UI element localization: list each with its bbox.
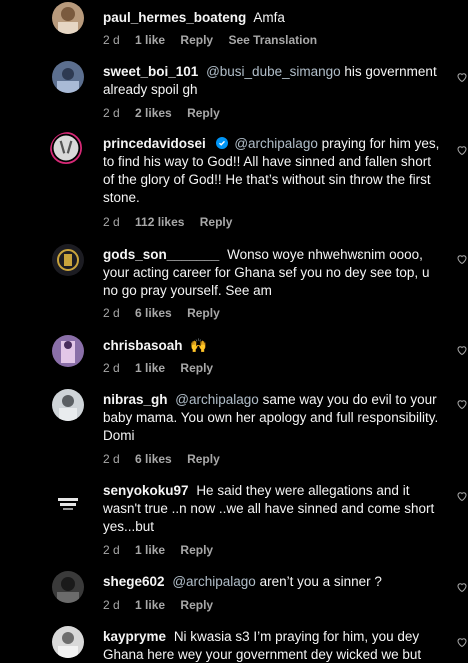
comment-text: paul_hermes_boateng Amfa — [103, 9, 443, 27]
comment-text: shege602 @archipalago aren’t you a sinne… — [103, 573, 443, 591]
heart-outline-icon[interactable] — [456, 144, 468, 156]
comment-text: kaypryme Ni kwasia s3 I’m praying for hi… — [103, 628, 443, 663]
heart-outline-icon[interactable] — [456, 636, 468, 648]
comment-likes[interactable]: 112 likes — [135, 215, 184, 229]
comment-meta: 2 d 1 like Reply See Translation — [103, 32, 329, 48]
comment-text: senyokoku97 He said they were allegation… — [103, 482, 443, 536]
comment-text: gods_son_______ Wonso woye nhwehwɛnim oo… — [103, 246, 443, 300]
avatar[interactable] — [52, 61, 84, 93]
comment-text: sweet_boi_101 @busi_dube_simango his gov… — [103, 63, 443, 99]
comment-time: 2 d — [103, 361, 120, 375]
comment-likes[interactable]: 6 likes — [135, 452, 172, 466]
comment-time: 2 d — [103, 33, 120, 47]
avatar[interactable] — [52, 389, 84, 421]
comment-username[interactable]: shege602 — [103, 574, 165, 589]
comment-mention[interactable]: @archipalago — [175, 392, 259, 407]
comment-time: 2 d — [103, 215, 120, 229]
comment-meta: 2 d 6 likes Reply — [103, 451, 232, 467]
comment-username[interactable]: kaypryme — [103, 629, 166, 644]
comment-username[interactable]: paul_hermes_boateng — [103, 10, 246, 25]
avatar[interactable] — [52, 626, 84, 658]
comment-text: chrisbasoah 🙌 — [103, 337, 443, 355]
comment-mention[interactable]: @archipalago — [172, 574, 256, 589]
avatar[interactable] — [52, 244, 84, 276]
comment-time: 2 d — [103, 106, 120, 120]
comment-likes[interactable]: 6 likes — [135, 306, 172, 320]
comment-time: 2 d — [103, 598, 120, 612]
comment-username[interactable]: sweet_boi_101 — [103, 64, 198, 79]
comment-meta: 2 d 6 likes Reply — [103, 305, 232, 321]
see-translation-button[interactable]: See Translation — [228, 33, 317, 47]
comment-likes[interactable]: 1 like — [135, 33, 165, 47]
comment-text: nibras_gh @archipalago same way you do e… — [103, 391, 443, 445]
heart-outline-icon[interactable] — [456, 253, 468, 265]
comment-message: aren’t you a sinner ? — [259, 574, 382, 589]
heart-outline-icon[interactable] — [456, 71, 468, 83]
avatar[interactable] — [52, 335, 84, 367]
reply-button[interactable]: Reply — [187, 452, 220, 466]
comment-username[interactable]: chrisbasoah — [103, 338, 183, 353]
comment-mention[interactable]: @archipalago — [234, 136, 318, 151]
heart-outline-icon[interactable] — [456, 581, 468, 593]
comment-likes[interactable]: 2 likes — [135, 106, 172, 120]
comment-username[interactable]: gods_son_______ — [103, 247, 219, 262]
comment-username[interactable]: nibras_gh — [103, 392, 168, 407]
comment-likes[interactable]: 1 like — [135, 543, 165, 557]
comment-likes[interactable]: 1 like — [135, 361, 165, 375]
avatar[interactable] — [52, 2, 84, 34]
reply-button[interactable]: Reply — [180, 33, 213, 47]
comment-meta: 2 d 1 like Reply — [103, 360, 225, 376]
reply-button[interactable]: Reply — [187, 306, 220, 320]
comments-feed: paul_hermes_boateng Amfa 2 d 1 like Repl… — [0, 0, 468, 663]
reply-button[interactable]: Reply — [180, 543, 213, 557]
comment-text: princedavidosei @archipalago praying for… — [103, 135, 443, 207]
avatar[interactable] — [52, 571, 84, 603]
comment-message: Amfa — [253, 10, 285, 25]
reply-button[interactable]: Reply — [180, 361, 213, 375]
comment-meta: 2 d 112 likes Reply — [103, 214, 244, 230]
reply-button[interactable]: Reply — [200, 215, 233, 229]
comment-message: 🙌 — [190, 338, 208, 353]
avatar[interactable] — [52, 488, 84, 520]
avatar[interactable] — [50, 132, 86, 168]
comment-time: 2 d — [103, 452, 120, 466]
verified-badge-icon — [215, 136, 228, 149]
comment-meta: 2 d 1 like Reply — [103, 542, 225, 558]
comment-username[interactable]: senyokoku97 — [103, 483, 189, 498]
comment-time: 2 d — [103, 306, 120, 320]
reply-button[interactable]: Reply — [187, 106, 220, 120]
comment-likes[interactable]: 1 like — [135, 598, 165, 612]
heart-outline-icon[interactable] — [456, 398, 468, 410]
comment-meta: 2 d 1 like Reply — [103, 597, 225, 613]
comment-username[interactable]: princedavidosei — [103, 136, 206, 151]
comment-meta: 2 d 2 likes Reply — [103, 105, 232, 121]
comment-mention[interactable]: @busi_dube_simango — [206, 64, 341, 79]
comment-time: 2 d — [103, 543, 120, 557]
reply-button[interactable]: Reply — [180, 598, 213, 612]
heart-outline-icon[interactable] — [456, 344, 468, 356]
heart-outline-icon[interactable] — [456, 490, 468, 502]
